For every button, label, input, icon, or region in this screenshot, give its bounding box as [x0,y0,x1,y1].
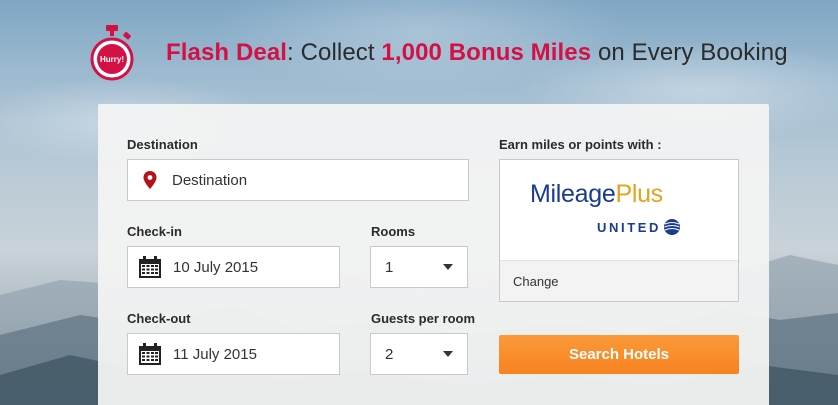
headline-flash: Flash Deal [166,39,288,66]
calendar-icon [139,343,161,365]
destination-input[interactable]: Destination [127,159,469,201]
hotel-search-form: Destination Destination Check-in 10 July… [98,104,769,405]
headline-sep: : Collect [287,39,382,66]
checkout-date-input[interactable]: 11 July 2015 [127,333,340,375]
globe-icon [664,219,680,235]
guests-value: 2 [385,345,394,363]
badge-text: Hurry! [100,55,124,64]
united-row: UNITED [597,218,681,236]
chevron-down-icon [443,264,453,270]
checkout-date-value: 11 July 2015 [173,345,257,363]
checkin-date-value: 10 July 2015 [173,258,259,276]
loyalty-label: Earn miles or points with : [499,137,662,152]
checkout-label: Check-out [127,311,191,326]
calendar-icon [139,256,161,278]
rooms-value: 1 [385,258,394,276]
loyalty-program-card[interactable]: MileagePlus UNITED Change [499,159,739,302]
promo-header: Hurry! Flash Deal: Collect 1,000 Bonus M… [88,18,788,88]
map-pin-icon [143,171,157,189]
headline-miles: 1,000 Bonus Miles [381,39,592,66]
search-hotels-label: Search Hotels [568,346,670,363]
headline-tail: on Every Booking [591,39,788,66]
program-name-part2: Plus [615,180,663,208]
stopwatch-icon: Hurry! [90,25,134,81]
program-name-part1: Mileage [530,180,616,208]
chevron-down-icon [443,351,453,357]
checkin-label: Check-in [127,224,182,239]
search-hotels-button[interactable]: Search Hotels [499,335,739,374]
guests-select[interactable]: 2 [370,333,468,375]
guests-label: Guests per room [371,311,476,326]
promo-headline: Flash Deal: Collect 1,000 Bonus Miles on… [166,39,788,67]
destination-value: Destination [172,171,248,189]
rooms-label: Rooms [371,224,416,239]
airline-name: UNITED [597,219,661,235]
destination-label: Destination [127,137,198,152]
program-name: MileagePlus [530,180,663,209]
mileageplus-logo: MileagePlus UNITED [500,160,738,260]
change-program-link[interactable]: Change [500,260,738,301]
checkin-date-input[interactable]: 10 July 2015 [127,246,340,288]
rooms-select[interactable]: 1 [370,246,468,288]
change-label: Change [513,273,559,289]
